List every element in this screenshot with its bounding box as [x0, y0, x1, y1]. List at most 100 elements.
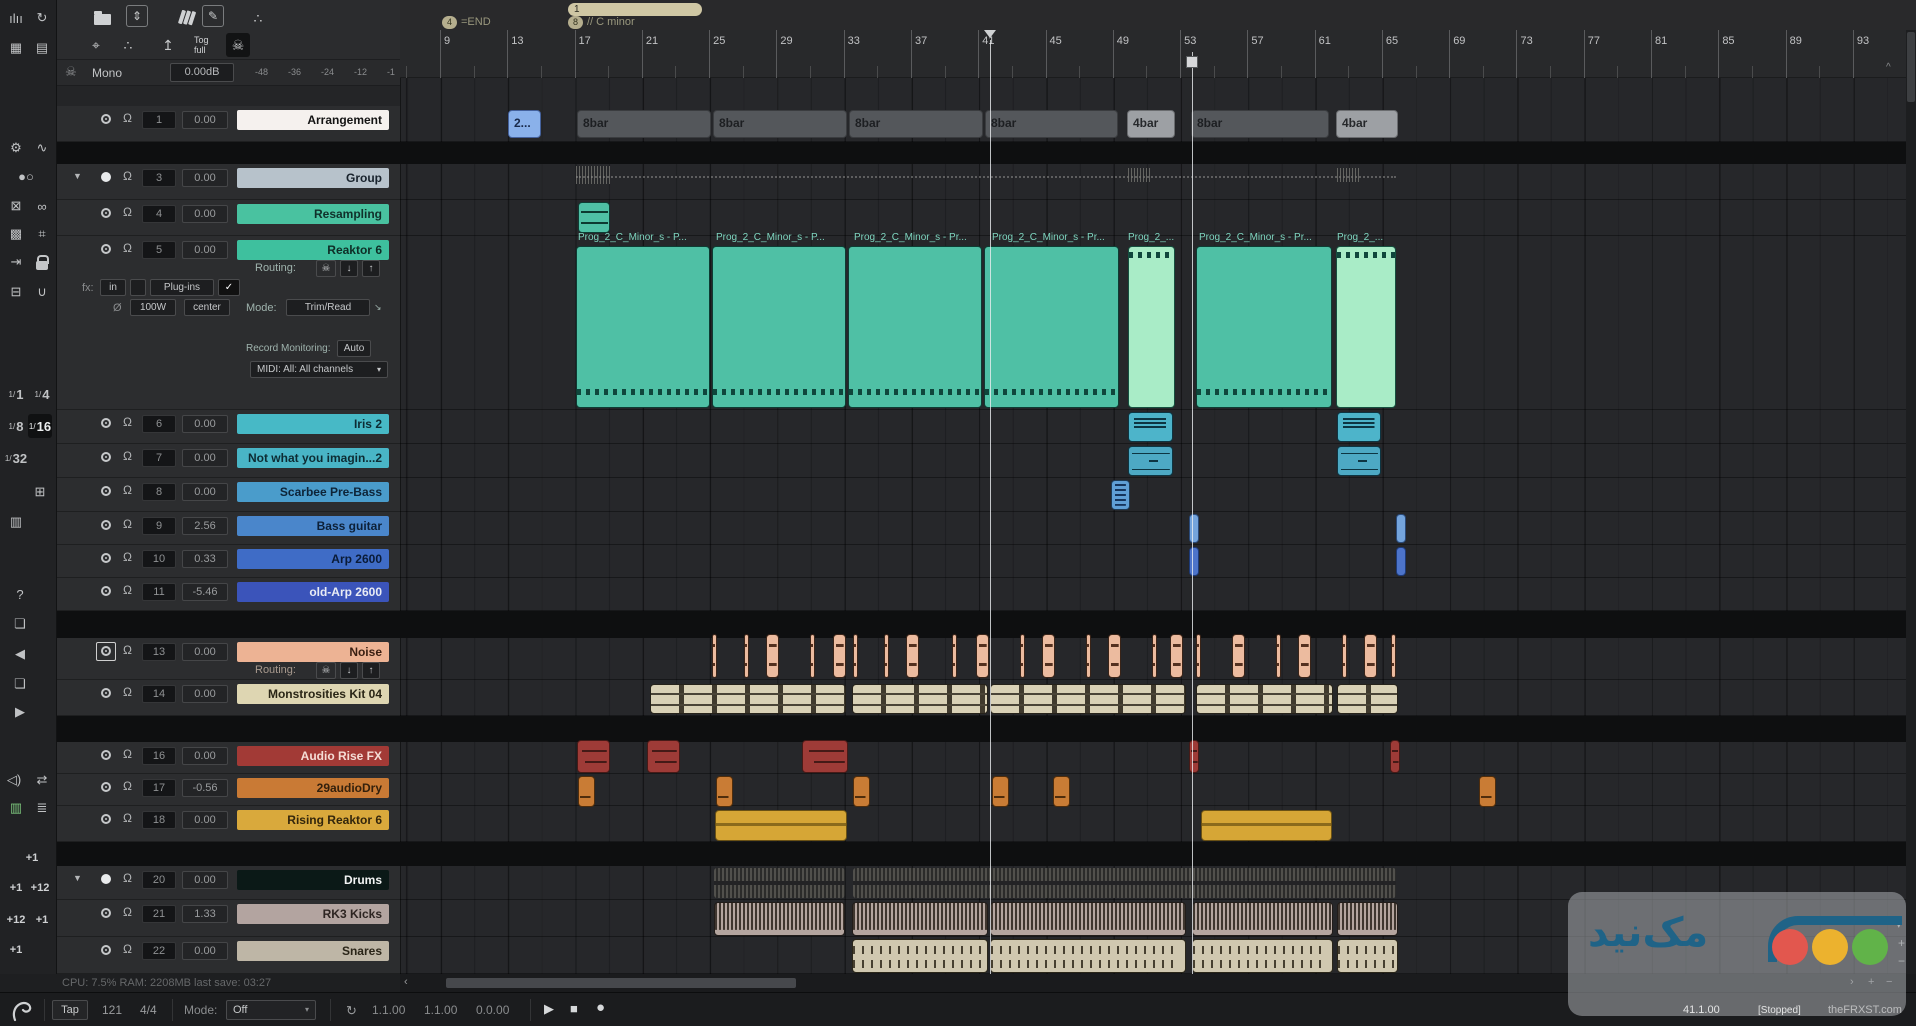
noise-routing-up-button[interactable]: ↑: [362, 662, 380, 679]
track-volume[interactable]: 0.00: [182, 241, 228, 259]
vertical-scrollbar[interactable]: [1906, 30, 1916, 974]
record-arm-button[interactable]: [101, 945, 111, 955]
track-volume[interactable]: 0.00: [182, 415, 228, 433]
orange-item[interactable]: [578, 776, 595, 807]
record-arm-button[interactable]: [101, 782, 111, 792]
record-arm-button[interactable]: [101, 114, 111, 124]
gold-item[interactable]: [1201, 810, 1332, 841]
track-row-arp-2600[interactable]: Ω100.33Arp 2600: [57, 545, 400, 578]
gold-item[interactable]: [715, 810, 847, 841]
medblue-item[interactable]: [1189, 547, 1199, 576]
track-volume[interactable]: 0.00: [182, 169, 228, 187]
headphones-icon[interactable]: Ω: [123, 241, 132, 255]
teal-item[interactable]: [1196, 246, 1332, 408]
dots-icon[interactable]: ●○: [14, 164, 38, 188]
orange-item[interactable]: [992, 776, 1009, 807]
red-item[interactable]: [1390, 740, 1400, 773]
arrangement-item[interactable]: 8bar: [985, 110, 1118, 138]
track-name-label[interactable]: Arp 2600: [237, 549, 389, 569]
track-row-iris-2[interactable]: Ω60.00Iris 2: [57, 410, 400, 444]
time-signature[interactable]: 4/4: [140, 1003, 157, 1017]
track-name-label[interactable]: RK3 Kicks: [237, 904, 389, 924]
open-folder-icon[interactable]: [90, 5, 114, 29]
headphones-icon[interactable]: Ω: [123, 449, 132, 463]
track-volume[interactable]: 2.56: [182, 517, 228, 535]
automation-points-icon[interactable]: ∴: [116, 33, 140, 57]
headphones-icon[interactable]: Ω: [123, 415, 132, 429]
monst-item[interactable]: [1337, 684, 1398, 714]
next-marker-icon[interactable]: ▶: [8, 700, 32, 724]
waveform-preview[interactable]: [1128, 168, 1150, 182]
cpu-grid-icon[interactable]: ▦: [4, 36, 28, 60]
headphones-icon[interactable]: Ω: [123, 583, 132, 597]
noise-item[interactable]: [1108, 634, 1121, 678]
track-row-rising-reaktor-6[interactable]: Ω180.00Rising Reaktor 6: [57, 806, 400, 842]
track-row-rk3-kicks[interactable]: Ω211.33RK3 Kicks: [57, 900, 400, 937]
playback-position[interactable]: 1.1.00: [372, 1003, 405, 1017]
marker-pill[interactable]: 8: [568, 16, 583, 29]
track-volume[interactable]: -5.46: [182, 583, 228, 601]
skyblue-item[interactable]: [1189, 514, 1199, 543]
mode-dropdown[interactable]: Off ▾: [226, 1000, 316, 1020]
plugins-button[interactable]: Plug-ins: [150, 279, 214, 296]
headphones-icon[interactable]: Ω: [123, 517, 132, 531]
noise-item[interactable]: [952, 634, 957, 678]
repeat-icon[interactable]: ↻: [346, 1003, 357, 1019]
headphones-icon[interactable]: Ω: [123, 205, 132, 219]
headphones-icon[interactable]: Ω: [123, 871, 132, 885]
teal-item[interactable]: [984, 246, 1119, 408]
track-row-audio-rise-fx[interactable]: Ω160.00Audio Rise FX: [57, 742, 400, 774]
marker-label[interactable]: // C minor: [587, 16, 635, 28]
track-row-snares[interactable]: Ω220.00Snares: [57, 937, 400, 974]
track-name-label[interactable]: old-Arp 2600: [237, 582, 389, 602]
stop-button[interactable]: ■: [570, 1001, 578, 1016]
resample-item[interactable]: [578, 202, 610, 233]
noise-item[interactable]: [1232, 634, 1245, 678]
edit-pencil-icon[interactable]: ✎: [202, 5, 224, 27]
track-name-label[interactable]: Iris 2: [237, 414, 389, 434]
note-1-8-button[interactable]: 1/8: [4, 414, 28, 438]
monst-item[interactable]: [852, 684, 988, 714]
loop-icon[interactable]: ↻: [30, 6, 54, 30]
medblue-item[interactable]: [1396, 547, 1406, 576]
record-monitoring-button[interactable]: Auto: [337, 340, 371, 357]
note-1-1-button[interactable]: 1/1: [4, 382, 28, 406]
noise-item[interactable]: [1152, 634, 1157, 678]
color-palette-icon[interactable]: [170, 5, 194, 29]
ruler-collapse-icon[interactable]: ^: [1886, 62, 1891, 73]
edit-cursor-handle[interactable]: [1186, 56, 1198, 68]
headphones-icon[interactable]: Ω: [123, 111, 132, 125]
snares-item[interactable]: [852, 939, 988, 973]
record-button[interactable]: ●: [596, 999, 605, 1016]
noise-item[interactable]: [884, 634, 889, 678]
noise-item[interactable]: [1342, 634, 1347, 678]
noise-routing-skull-button[interactable]: ☠: [316, 662, 336, 679]
bluedots-item[interactable]: [1111, 480, 1130, 510]
routing-list-icon[interactable]: ≣: [30, 796, 54, 820]
track-name-label[interactable]: Rising Reaktor 6: [237, 810, 389, 830]
lightgreen-item[interactable]: [1128, 246, 1175, 408]
track-name-label[interactable]: Scarbee Pre-Bass: [237, 482, 389, 502]
edit-position[interactable]: 1.1.00: [424, 1003, 457, 1017]
marker-label[interactable]: =END: [461, 16, 491, 28]
link-icon[interactable]: ∞: [30, 194, 54, 218]
track-row-resampling[interactable]: Ω40.00Resampling: [57, 200, 400, 236]
red-item[interactable]: [647, 740, 680, 773]
pitch-plus1-button[interactable]: +1: [18, 846, 46, 870]
lock-icon[interactable]: [30, 250, 54, 274]
help-icon[interactable]: ?: [8, 582, 32, 606]
ripple-edit-icon[interactable]: ⇥: [4, 250, 28, 274]
cyan2-item[interactable]: [1128, 446, 1173, 476]
noise-item[interactable]: [1170, 634, 1183, 678]
fx-empty-button[interactable]: [130, 279, 146, 296]
waveform-preview[interactable]: [576, 166, 612, 184]
track-volume[interactable]: 0.33: [182, 550, 228, 568]
region-marker-lane[interactable]: 14=END8// C minor: [400, 0, 1916, 30]
track-row-not-what-you-imagin-2[interactable]: Ω70.00Not what you imagin...2: [57, 444, 400, 478]
render-wave-icon[interactable]: ∿: [30, 136, 54, 160]
magnet-icon[interactable]: ∪: [30, 280, 54, 304]
noise-item[interactable]: [1391, 634, 1396, 678]
noise-item[interactable]: [1020, 634, 1025, 678]
routing-nodes-icon[interactable]: ∴: [246, 6, 270, 30]
track-name-label[interactable]: Noise: [237, 642, 389, 662]
